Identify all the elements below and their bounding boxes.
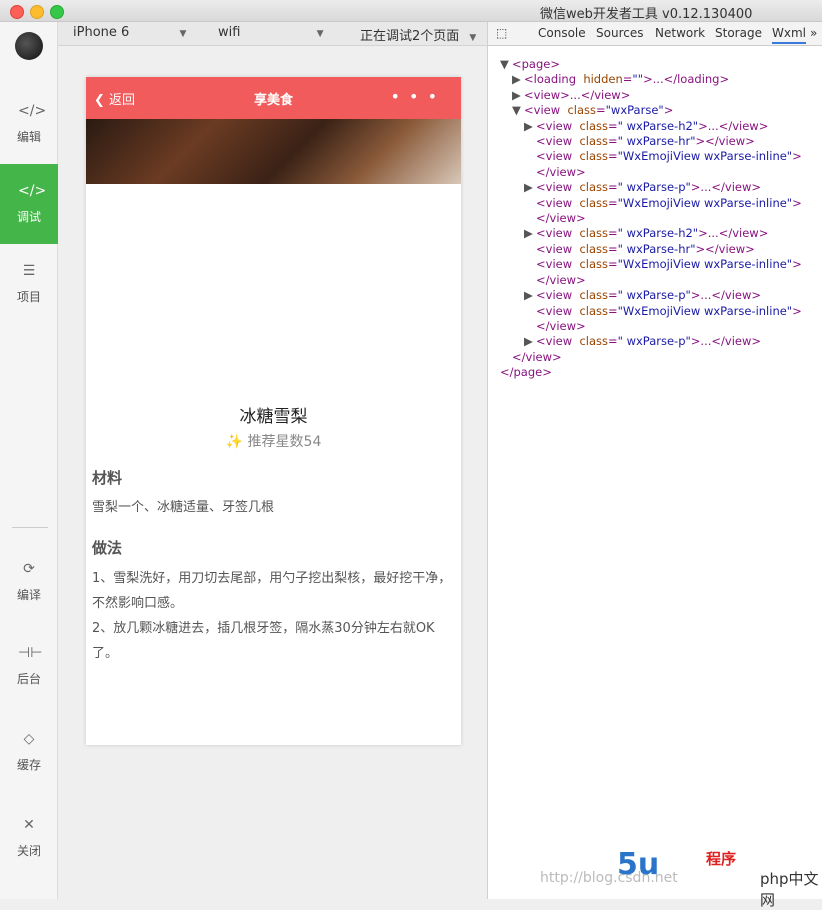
simulator-toolbar: iPhone 6 ▼ wifi ▼ 正在调试2个页面 ▼ bbox=[58, 22, 487, 46]
tree-node: </view> bbox=[536, 211, 586, 226]
sidebar-item-project[interactable]: ☰ 项目 bbox=[0, 244, 58, 324]
sidebar-item-label: 后台 bbox=[16, 672, 41, 686]
tab-console[interactable]: Console bbox=[538, 26, 586, 40]
sidebar-item-label: 项目 bbox=[16, 290, 41, 304]
rating-text: 推荐星数54 bbox=[247, 434, 322, 450]
tree-node: </view> bbox=[536, 164, 586, 179]
tree-node: </page> bbox=[500, 365, 552, 380]
tree-node[interactable]: ▶ <loading hidden="">...</loading> bbox=[488, 72, 822, 87]
sidebar-item-background[interactable]: ⊣⊢ 后台 bbox=[0, 626, 58, 706]
sidebar-item-debug[interactable]: </> 调试 bbox=[0, 164, 58, 244]
sparkle-icon: ✨ bbox=[225, 434, 244, 450]
devtools-tabs: ⬚ Console Sources Network Storage Wxml » bbox=[488, 22, 822, 46]
inspect-icon[interactable]: ⬚ bbox=[496, 26, 507, 40]
network-select-label: wifi bbox=[218, 25, 241, 40]
sidebar-item-label: 调试 bbox=[16, 210, 41, 224]
compile-icon: ⟳ bbox=[23, 561, 35, 577]
dish-name: 冰糖雪梨 bbox=[239, 407, 308, 427]
tab-wxml[interactable]: Wxml bbox=[772, 26, 806, 44]
tree-node[interactable]: ▶ <view class=" wxParse-p">...</view> bbox=[488, 180, 822, 195]
tree-node: </view> bbox=[536, 318, 586, 333]
tree-node[interactable]: ▶ <view class=" wxParse-h2">...</view> bbox=[488, 226, 822, 241]
wxml-tree: ▼ <page> ▶ <loading hidden="">...</loading… bbox=[488, 57, 822, 381]
sidebar-item-cache[interactable]: ◇ 缓存 bbox=[0, 712, 58, 792]
chevron-down-icon: ▼ bbox=[179, 29, 187, 39]
zoom-window-button[interactable] bbox=[50, 5, 64, 19]
section-text: 1、雪梨洗好，用刀切去尾部，用勺子挖出梨核，最好挖干净，不然影响口感。 bbox=[92, 571, 452, 611]
tab-storage[interactable]: Storage bbox=[715, 26, 762, 40]
debug-pages-select[interactable]: 正在调试2个页面 ▼ bbox=[360, 25, 476, 44]
chevron-down-icon: ▼ bbox=[316, 29, 324, 39]
tree-node[interactable]: <view class="WxEmojiView wxParse-inline"… bbox=[488, 149, 822, 164]
sidebar: </> 编辑 </> 调试 ☰ 项目 ⟳ 编译 ⊣⊢ 后台 ◇ 缓存 ✕ 关闭 bbox=[0, 22, 58, 899]
section-text: 2、放几颗冰糖进去，插几根牙签，隔水蒸30分钟左右就OK了。 bbox=[92, 621, 435, 661]
minimize-window-button[interactable] bbox=[30, 5, 44, 19]
section-heading: 做法 bbox=[92, 539, 123, 557]
window-title: 微信web开发者工具 v0.12.130400 bbox=[540, 7, 753, 22]
code-icon: </> bbox=[18, 103, 47, 119]
tree-node[interactable]: <view class="WxEmojiView wxParse-inline"… bbox=[488, 304, 822, 319]
tree-node: </view> bbox=[512, 349, 562, 364]
menu-icon: ☰ bbox=[22, 263, 36, 279]
watermark-logo-text: 程序 bbox=[706, 850, 737, 868]
devtools-panel: ⬚ Console Sources Network Storage Wxml »… bbox=[487, 22, 822, 899]
sidebar-item-close[interactable]: ✕ 关闭 bbox=[0, 798, 58, 878]
watermark-logo: 5u bbox=[617, 847, 660, 882]
layers-icon: ◇ bbox=[23, 731, 35, 747]
sidebar-item-label: 缓存 bbox=[16, 758, 41, 772]
rating: ✨ 推荐星数54 bbox=[86, 431, 461, 451]
tree-node[interactable]: ▶ <view>...</view> bbox=[488, 88, 822, 103]
sidebar-item-compile[interactable]: ⟳ 编译 bbox=[0, 542, 58, 622]
device-select-label: iPhone 6 bbox=[73, 25, 130, 40]
watermark-site: php中文网 bbox=[760, 870, 819, 909]
tree-node: </view> bbox=[536, 272, 586, 287]
tree-node[interactable]: <view class="WxEmojiView wxParse-inline"… bbox=[488, 196, 822, 211]
background-icon: ⊣⊢ bbox=[18, 645, 43, 661]
section-heading: 材料 bbox=[92, 469, 123, 487]
sidebar-item-edit[interactable]: </> 编辑 bbox=[0, 84, 58, 164]
more-tabs-icon[interactable]: » bbox=[810, 26, 817, 40]
nav-bar: ❮ 返回 享美食 • • • bbox=[86, 77, 461, 119]
section-text: 雪梨一个、冰糖适量、牙签几根 bbox=[92, 500, 275, 515]
tree-node[interactable]: <view class=" wxParse-hr"></view> bbox=[488, 134, 822, 149]
tree-node[interactable]: ▶ <view class=" wxParse-p">...</view> bbox=[488, 334, 822, 349]
sidebar-item-label: 关闭 bbox=[16, 844, 41, 858]
close-window-button[interactable] bbox=[10, 5, 24, 19]
chevron-down-icon: ▼ bbox=[469, 33, 477, 43]
avatar[interactable] bbox=[15, 32, 43, 60]
simulator-area: ❮ 返回 享美食 • • • 冰糖雪梨 ✨ 推荐星数54 材料 雪梨一个、冰糖适… bbox=[58, 46, 487, 899]
sidebar-item-label: 编译 bbox=[16, 588, 41, 602]
sidebar-item-label: 编辑 bbox=[16, 130, 41, 144]
tree-node[interactable]: ▶ <view class=" wxParse-h2">...</view> bbox=[488, 119, 822, 134]
tree-node[interactable]: <view class=" wxParse-hr"></view> bbox=[488, 242, 822, 257]
tree-node[interactable]: ▶ <view class=" wxParse-p">...</view> bbox=[488, 288, 822, 303]
tab-sources[interactable]: Sources bbox=[596, 26, 643, 40]
network-select[interactable]: wifi ▼ bbox=[218, 25, 324, 40]
tree-node[interactable]: ▼ <page> bbox=[488, 57, 822, 72]
window-titlebar: 微信web开发者工具 v0.12.130400 bbox=[0, 0, 822, 22]
more-icon[interactable]: • • • bbox=[391, 87, 439, 106]
dish-image bbox=[86, 119, 461, 184]
device-select[interactable]: iPhone 6 ▼ bbox=[73, 25, 186, 40]
phone-screen: ❮ 返回 享美食 • • • 冰糖雪梨 ✨ 推荐星数54 材料 雪梨一个、冰糖适… bbox=[86, 77, 461, 745]
debug-icon: </> bbox=[18, 183, 47, 199]
close-icon: ✕ bbox=[23, 817, 35, 833]
tree-node[interactable]: ▼ <view class="wxParse"> bbox=[488, 103, 822, 118]
sidebar-divider bbox=[12, 527, 48, 528]
tab-network[interactable]: Network bbox=[655, 26, 705, 40]
debug-pages-label: 正在调试2个页面 bbox=[360, 29, 460, 44]
tree-node[interactable]: <view class="WxEmojiView wxParse-inline"… bbox=[488, 257, 822, 272]
